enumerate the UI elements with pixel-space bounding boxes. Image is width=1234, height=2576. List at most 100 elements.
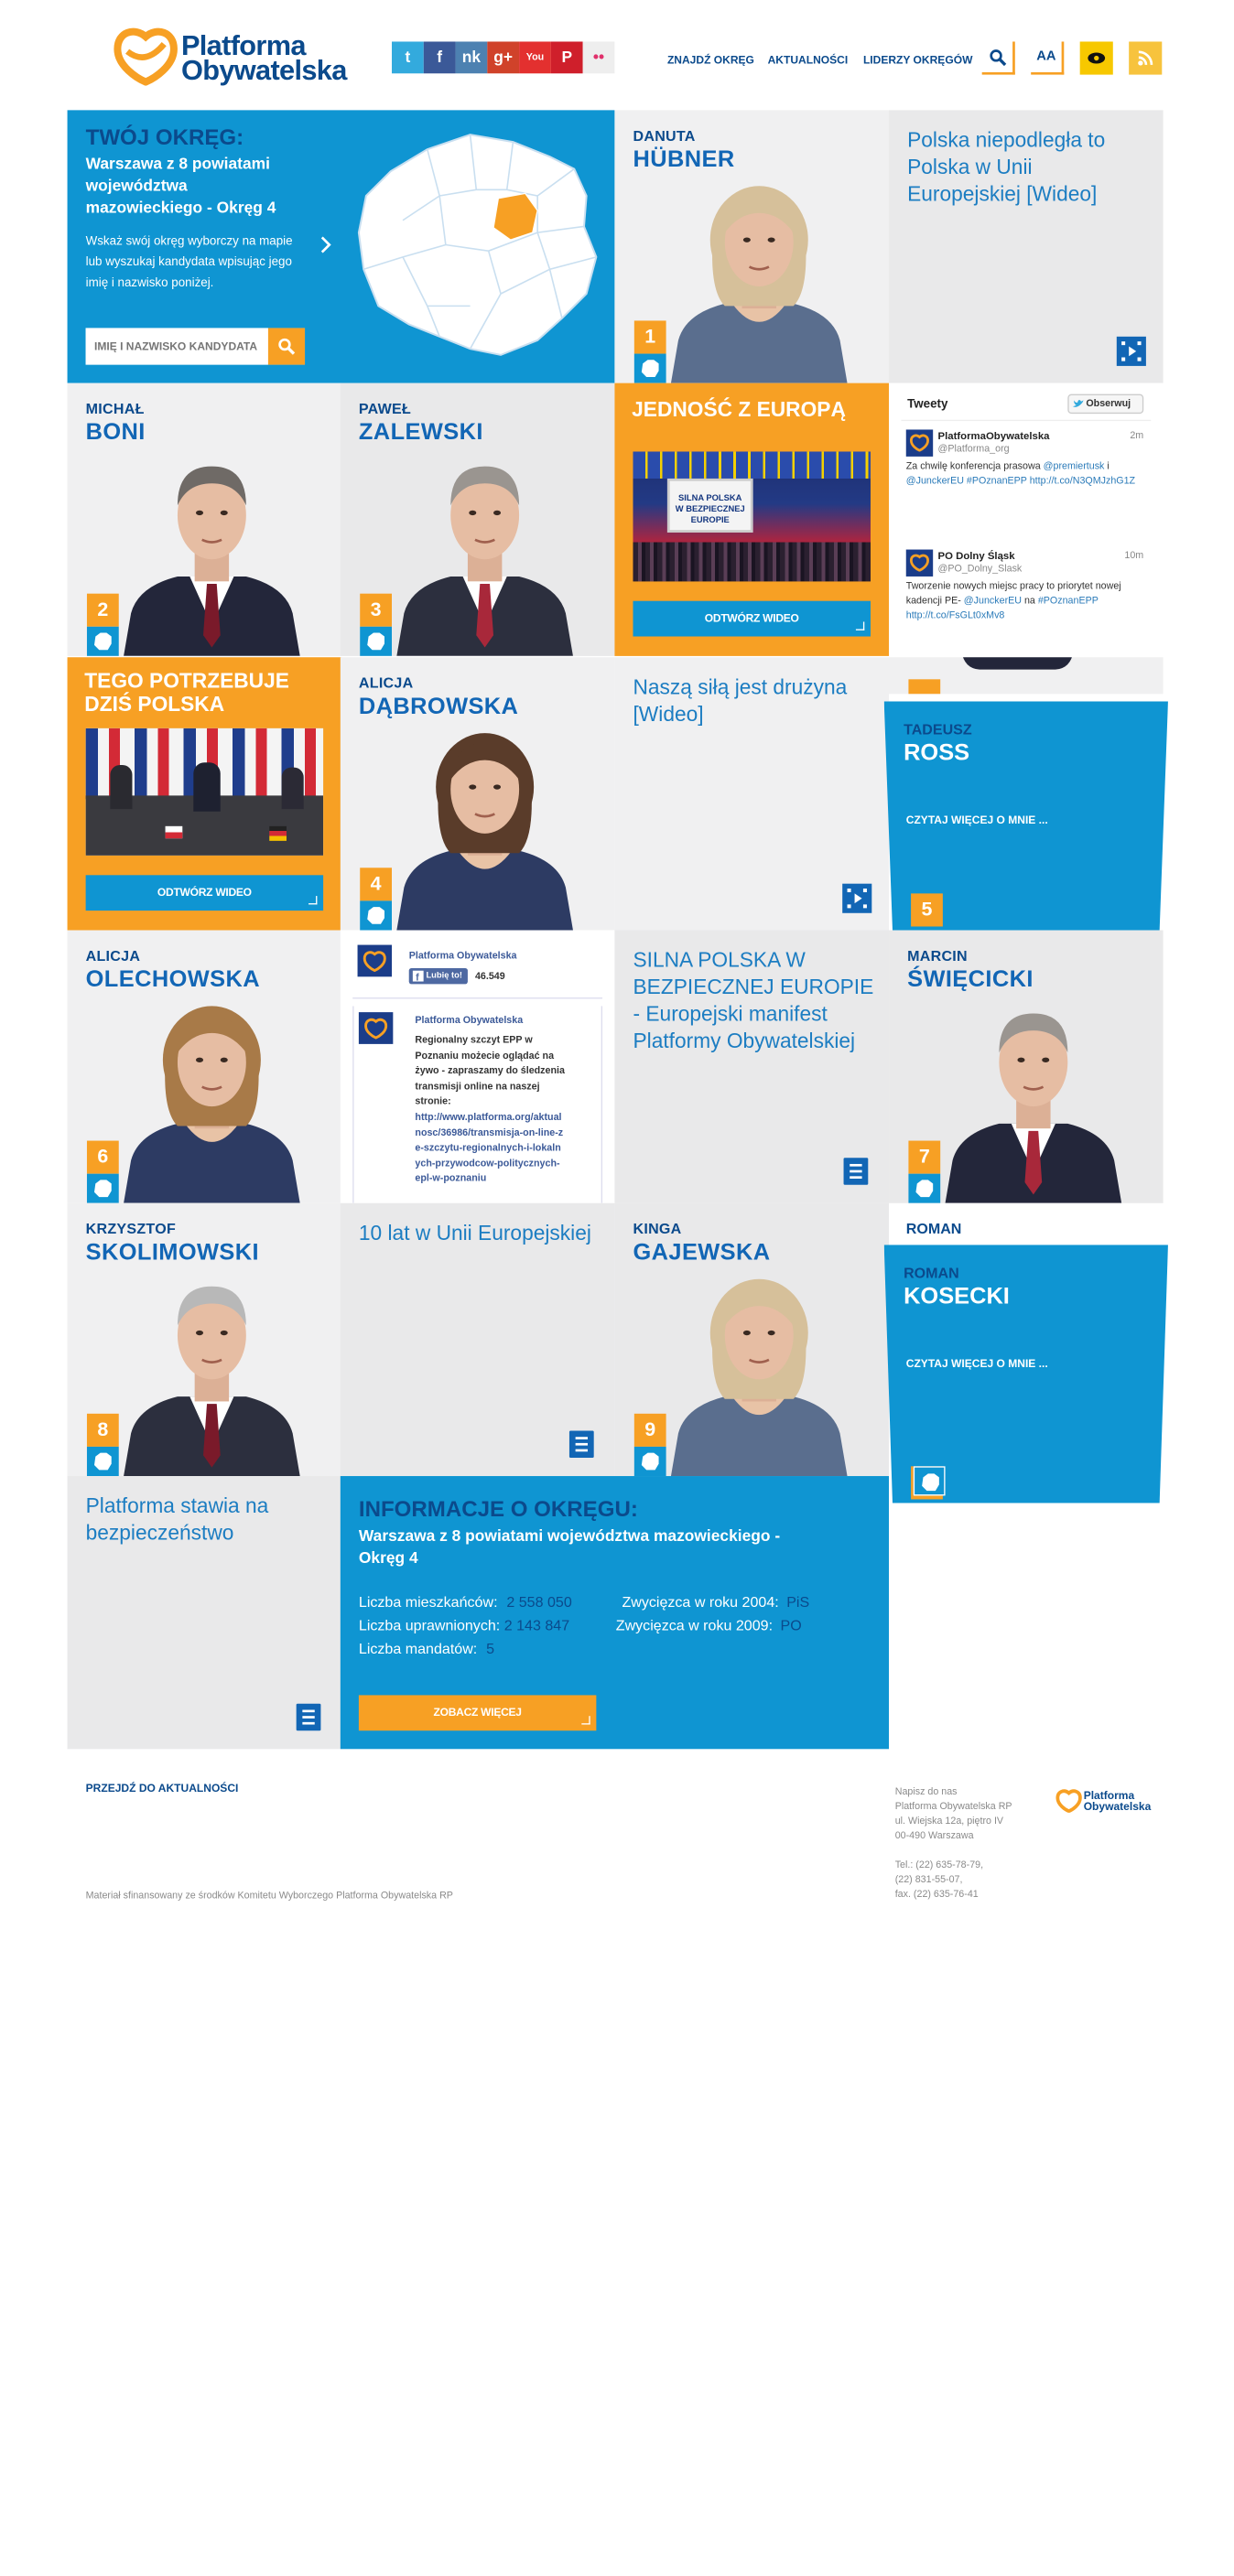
district-map-icon[interactable] bbox=[360, 900, 392, 931]
candidate-tile[interactable]: KINGA GAJEWSKA 9 bbox=[614, 1202, 890, 1477]
article-title[interactable]: Polska niepodległa to Polska w Unii Euro… bbox=[907, 127, 1148, 208]
facebook-post-author[interactable]: Platforma Obywatelska bbox=[415, 1015, 523, 1026]
see-more-button[interactable]: ZOBACZ WIĘCEJ bbox=[358, 1695, 597, 1731]
facebook-like-button[interactable]: f Lubię to! bbox=[408, 967, 468, 985]
article-title[interactable]: 10 lat w Unii Europejskiej bbox=[359, 1220, 600, 1246]
candidate-search bbox=[85, 328, 306, 365]
candidate-photo[interactable] bbox=[114, 442, 309, 656]
district-map-icon[interactable] bbox=[908, 1173, 941, 1203]
district-map-icon[interactable] bbox=[86, 1446, 119, 1477]
candidate-photo[interactable] bbox=[114, 989, 309, 1203]
candidate-last-name: KOSECKI bbox=[904, 1284, 1010, 1310]
district-map-icon[interactable] bbox=[633, 353, 666, 383]
facebook-post-link[interactable]: http://www.platforma.org/aktualnosc/3698… bbox=[415, 1110, 564, 1203]
facebook-page-avatar[interactable] bbox=[357, 944, 392, 977]
candidate-tile[interactable]: MARCIN ŚWIĘCICKI 7 bbox=[889, 930, 1164, 1203]
twitter-icon[interactable]: t bbox=[392, 41, 424, 74]
facebook-page-name[interactable]: Platforma Obywatelska bbox=[409, 950, 517, 961]
logo-heart-icon bbox=[1055, 1789, 1082, 1813]
tweet-link[interactable]: @premiertusk bbox=[1044, 460, 1105, 471]
article-title[interactable]: Platforma stawia na bezpieczeństwo bbox=[86, 1493, 327, 1547]
district-map-icon[interactable] bbox=[360, 626, 392, 656]
candidate-search-input[interactable] bbox=[85, 328, 268, 365]
district-map-icon[interactable] bbox=[633, 1446, 666, 1477]
article-tile[interactable]: SILNA POLSKA W BEZPIECZNEJ EUROPIE - Eur… bbox=[614, 930, 890, 1203]
read-more-link[interactable]: CZYTAJ WIĘCEJ O MNIE ... bbox=[906, 814, 1048, 825]
flickr-icon[interactable]: •• bbox=[582, 41, 615, 74]
nav-news[interactable]: AKTUALNOŚCI bbox=[768, 54, 849, 66]
font-size-button[interactable]: AA bbox=[1031, 41, 1065, 75]
candidate-tile[interactable]: KRZYSZTOF SKOLIMOWSKI 8 bbox=[67, 1202, 342, 1477]
article-tile[interactable]: Naszą siłą jest drużyna [Wideo] bbox=[614, 657, 890, 931]
tweet-link[interactable]: #POznanEPP bbox=[1038, 595, 1099, 606]
tweet-avatar[interactable] bbox=[905, 429, 934, 457]
candidate-photo[interactable] bbox=[387, 442, 583, 656]
footer-logo[interactable]: Platforma Obywatelska bbox=[1055, 1787, 1165, 1816]
article-tile[interactable]: Polska niepodległa to Polska w Unii Euro… bbox=[889, 110, 1164, 383]
googleplus-icon[interactable]: g+ bbox=[487, 41, 520, 74]
candidate-flip-tile[interactable]: ROMAN ROMAN KOSECKI CZYTAJ WIĘCEJ O MNIE ..… bbox=[883, 1203, 1168, 1504]
candidate-photo[interactable] bbox=[114, 1262, 309, 1477]
twitter-follow-button[interactable]: Obserwuj bbox=[1067, 393, 1144, 415]
candidate-photo[interactable] bbox=[936, 989, 1131, 1203]
facebook-widget: Platforma Obywatelska f Lubię to! 46.549… bbox=[340, 930, 615, 1203]
facebook-icon[interactable]: f bbox=[423, 41, 456, 74]
contrast-button[interactable] bbox=[1079, 41, 1113, 75]
tweet-link[interactable]: @JunckerEU #POznanEPP bbox=[906, 475, 1027, 486]
article-title[interactable]: SILNA POLSKA W BEZPIECZNEJ EUROPIE - Eur… bbox=[633, 947, 873, 1055]
district-map-icon[interactable] bbox=[86, 1173, 119, 1203]
tweet-avatar[interactable] bbox=[905, 549, 934, 577]
nav-find-district[interactable]: ZNAJDŹ OKRĘG bbox=[667, 54, 754, 66]
info-mandates-value: 5 bbox=[486, 1640, 495, 1657]
candidate-tile[interactable]: ALICJA DĄBROWSKA 4 bbox=[340, 657, 615, 931]
video-thumbnail[interactable] bbox=[85, 728, 324, 856]
play-video-button[interactable]: ODTWÓRZ WIDEO bbox=[633, 600, 871, 637]
info-residents-label: Liczba mieszkańców: bbox=[358, 1593, 498, 1611]
candidate-photo[interactable] bbox=[661, 169, 857, 383]
pinterest-icon[interactable]: P bbox=[550, 41, 583, 74]
tweet-author[interactable]: PO Dolny Śląsk bbox=[938, 550, 1015, 562]
candidate-tile[interactable]: ALICJA OLECHOWSKA 6 bbox=[67, 930, 342, 1203]
candidate-search-button[interactable] bbox=[267, 328, 306, 365]
candidate-photo[interactable] bbox=[661, 1262, 857, 1477]
nav-leaders[interactable]: LIDERZY OKRĘGÓW bbox=[863, 54, 972, 66]
district-map-icon[interactable] bbox=[913, 1466, 946, 1496]
logo-heart-icon bbox=[909, 554, 929, 572]
tweet[interactable]: PlatformaObywatelska @Platforma_org 2m Za c… bbox=[905, 427, 1146, 537]
tweet-time[interactable]: 2m bbox=[1130, 429, 1143, 440]
article-title[interactable]: Naszą siłą jest drużyna [Wideo] bbox=[633, 674, 873, 728]
nk-icon[interactable]: nk bbox=[455, 41, 488, 74]
play-video-button[interactable]: ODTWÓRZ WIDEO bbox=[85, 875, 324, 911]
footer-news-link[interactable]: PRZEJDŹ DO AKTUALNOŚCI bbox=[86, 1782, 239, 1794]
candidate-number: 3 bbox=[360, 593, 392, 627]
chevron-right-icon[interactable] bbox=[319, 235, 331, 254]
candidate-first-name: MARCIN bbox=[907, 947, 968, 965]
tweet-handle[interactable]: @PO_Dolny_Slask bbox=[938, 563, 1023, 574]
article-tile[interactable]: 10 lat w Unii Europejskiej bbox=[340, 1202, 615, 1477]
tweet-link[interactable]: @JunckerEU bbox=[964, 595, 1022, 606]
candidate-tile[interactable]: MICHAŁ BONI 2 bbox=[67, 383, 342, 656]
candidate-flip-tile[interactable]: TADEUSZ ROSS CZYTAJ WIĘCEJ O MNIE ... 5 bbox=[883, 657, 1168, 931]
candidate-first-name: ALICJA bbox=[358, 674, 414, 692]
district-map-icon[interactable] bbox=[86, 626, 119, 656]
candidate-number: 1 bbox=[633, 320, 666, 354]
candidate-tile[interactable]: DANUTA HÜBNER 1 bbox=[614, 110, 890, 383]
candidate-tile[interactable]: PAWEŁ ZALEWSKI 3 bbox=[340, 383, 615, 656]
rss-button[interactable] bbox=[1129, 41, 1163, 75]
youtube-icon[interactable]: You bbox=[519, 41, 551, 74]
tweet-time[interactable]: 10m bbox=[1124, 550, 1143, 561]
facebook-post-avatar[interactable] bbox=[358, 1012, 394, 1044]
tweet-handle[interactable]: @Platforma_org bbox=[938, 443, 1010, 454]
tweet-author[interactable]: PlatformaObywatelska bbox=[938, 429, 1050, 441]
footer-city: 00-490 Warszawa bbox=[894, 1829, 974, 1841]
video-thumbnail[interactable]: SILNA POLSKA W BEZPIECZNEJ EUROPIE bbox=[633, 451, 871, 582]
tweet-url[interactable]: http://t.co/N3QMJzhG1Z bbox=[1030, 475, 1135, 486]
read-more-link[interactable]: CZYTAJ WIĘCEJ O MNIE ... bbox=[906, 1357, 1048, 1369]
tweet[interactable]: PO Dolny Śląsk @PO_Dolny_Slask 10m Tworzeni… bbox=[905, 547, 1146, 656]
tweet-url[interactable]: http://t.co/FsGLt0xMv8 bbox=[906, 609, 1005, 620]
candidate-photo[interactable] bbox=[387, 716, 583, 931]
poland-map[interactable] bbox=[354, 123, 604, 368]
article-tile[interactable]: Platforma stawia na bezpieczeństwo bbox=[67, 1476, 342, 1750]
candidate-number: 8 bbox=[86, 1413, 119, 1447]
search-button[interactable] bbox=[981, 41, 1015, 75]
